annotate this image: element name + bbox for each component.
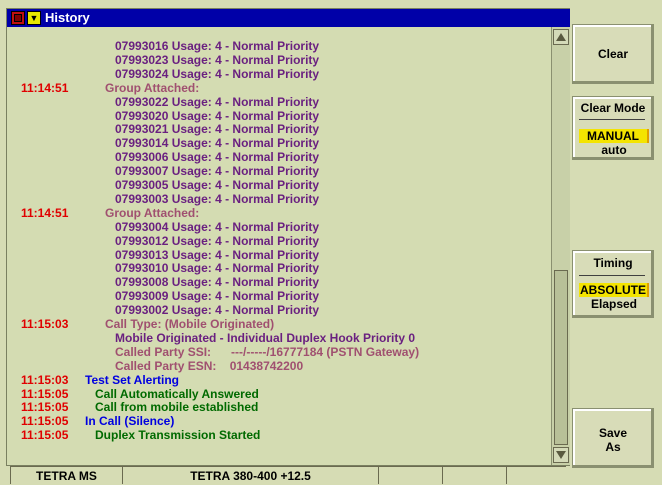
log-entry-text: Call Automatically Answered — [95, 386, 259, 401]
log-entry-text: 07993021 Usage: 4 - Normal Priority — [115, 122, 320, 137]
save-as-button[interactable]: Save As — [572, 408, 654, 468]
log-entry-text: 07993009 Usage: 4 - Normal Priority — [115, 289, 320, 304]
timing-title: Timing — [593, 256, 633, 270]
log-timestamp: 11:15:03 — [21, 372, 69, 387]
status-mode: TETRA MS — [10, 466, 122, 484]
log-entry-text: 07993003 Usage: 4 - Normal Priority — [115, 191, 320, 206]
log-timestamp: 11:15:05 — [21, 400, 69, 415]
scroll-up-icon[interactable] — [553, 29, 569, 45]
save-as-label-line2: As — [605, 440, 621, 454]
log-entry-text: 07993010 Usage: 4 - Normal Priority — [115, 261, 320, 276]
clear-mode-option-auto: auto — [601, 143, 627, 157]
window-menu-icon[interactable]: ▼ — [27, 11, 41, 25]
log-entry-text: In Call (Silence) — [85, 414, 175, 429]
scroll-down-icon[interactable] — [553, 447, 569, 463]
vertical-scrollbar[interactable] — [551, 27, 572, 465]
timing-divider — [579, 275, 645, 276]
log-entry-text: 07993023 Usage: 4 - Normal Priority — [115, 52, 320, 67]
status-cell-5 — [506, 466, 566, 484]
log-entry-text: Call from mobile established — [95, 400, 259, 415]
log-timestamp: 11:15:05 — [21, 386, 69, 401]
window-title: History — [45, 10, 90, 25]
log-timestamp: 11:14:51 — [21, 205, 69, 220]
log-entry-text: 07993002 Usage: 4 - Normal Priority — [115, 303, 320, 318]
scroll-track[interactable] — [552, 47, 571, 445]
log-entry-text: Mobile Originated - Individual Duplex Ho… — [115, 330, 416, 345]
log-entry-text: Group Attached: — [105, 80, 200, 95]
log-entry-text: 07993016 Usage: 4 - Normal Priority — [115, 39, 320, 53]
log-entry-text: 07993022 Usage: 4 - Normal Priority — [115, 94, 320, 109]
log-entry-text: 07993012 Usage: 4 - Normal Priority — [115, 233, 320, 248]
log-entry-text: Duplex Transmission Started — [95, 428, 261, 443]
log-entry-text: Call Type: (Mobile Originated) — [105, 317, 275, 331]
log-entry-text: 07993024 Usage: 4 - Normal Priority — [115, 66, 320, 81]
log-timestamp: 11:15:05 — [21, 428, 69, 443]
status-cell-4 — [442, 466, 506, 484]
timing-button[interactable]: Timing ABSOLUTE Elapsed — [572, 250, 654, 318]
window-titlebar: ▼ History — [7, 9, 571, 27]
log-entry-text: 07993014 Usage: 4 - Normal Priority — [115, 136, 320, 151]
log-entry-text: Group Attached: — [105, 205, 200, 220]
clear-button-label: Clear — [597, 47, 629, 61]
status-cell-3 — [378, 466, 442, 484]
history-log: 07993016 Usage: 4 - Normal Priority 07993… — [7, 27, 551, 465]
log-timestamp: 11:15:05 — [21, 414, 69, 429]
log-entry-text: Called Party ESN: 01438742200 — [115, 358, 304, 373]
log-entry-text: 07993008 Usage: 4 - Normal Priority — [115, 275, 320, 290]
log-entry-text: Called Party SSI: ---/-----/16777184 (PS… — [115, 344, 420, 359]
softkey-panel: Clear Clear Mode MANUAL auto Timing ABSO… — [570, 0, 662, 484]
timing-option-elapsed: Elapsed — [590, 297, 638, 311]
status-bar: TETRA MS TETRA 380-400 +12.5 — [10, 466, 566, 484]
clear-mode-divider — [579, 119, 645, 120]
clear-button[interactable]: Clear — [572, 24, 654, 84]
log-timestamp: 11:14:51 — [21, 80, 69, 95]
history-window: ▼ History 07993016 Usage: 4 - Normal Pri… — [6, 8, 572, 466]
log-entry-text: 07993020 Usage: 4 - Normal Priority — [115, 108, 320, 123]
clear-mode-button[interactable]: Clear Mode MANUAL auto — [572, 96, 654, 160]
log-entry-text: 07993006 Usage: 4 - Normal Priority — [115, 150, 320, 165]
timing-option-absolute: ABSOLUTE — [579, 283, 649, 297]
log-timestamp: 11:15:03 — [21, 317, 69, 331]
log-entry-text: Test Set Alerting — [85, 372, 180, 387]
log-entry-text: 07993004 Usage: 4 - Normal Priority — [115, 219, 320, 234]
window-system-icon[interactable] — [11, 11, 25, 25]
clear-mode-title: Clear Mode — [580, 101, 646, 115]
log-entry-text: 07993013 Usage: 4 - Normal Priority — [115, 247, 320, 262]
status-band: TETRA 380-400 +12.5 — [122, 466, 378, 484]
save-as-label-line1: Save — [598, 426, 628, 440]
log-entry-text: 07993005 Usage: 4 - Normal Priority — [115, 178, 320, 192]
scroll-thumb[interactable] — [554, 269, 568, 445]
log-entry-text: 07993007 Usage: 4 - Normal Priority — [115, 164, 320, 179]
clear-mode-option-manual: MANUAL — [579, 129, 649, 143]
